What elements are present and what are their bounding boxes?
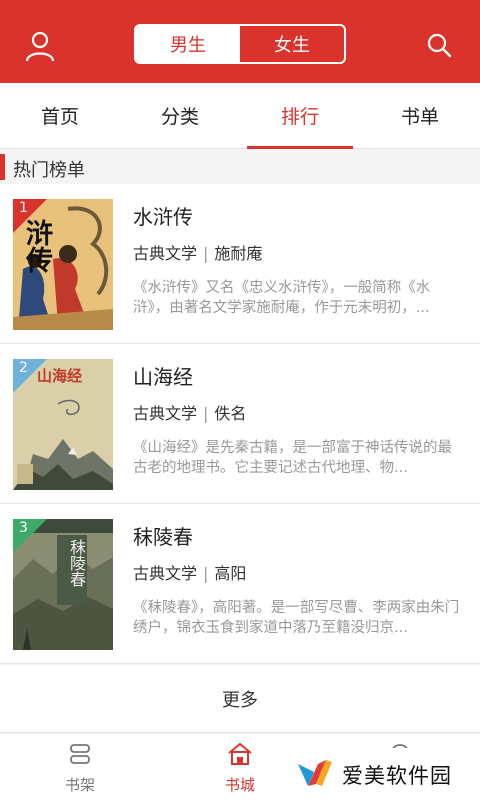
meta-separator: | <box>203 404 209 423</box>
book-description: 《山海经》是先秦古籍，是一部富于神话传说的最古老的地理书。它主要记述古代地理、物… <box>133 440 452 476</box>
user-icon[interactable] <box>22 28 58 64</box>
gender-tab-female[interactable]: 女生 <box>240 26 344 62</box>
cover-title: 秣陵春 <box>67 539 86 587</box>
section-accent-bar <box>0 154 5 180</box>
book-description: 《水浒传》又名《忠义水浒传》，一般简称《水浒》，由著名文学家施耐庵，作于元末明初… <box>133 280 431 316</box>
watermark: 爱美软件园 <box>282 748 480 800</box>
book-item-1[interactable]: 浒传 1 水浒传 古典文学 | 施耐庵 《水浒传》又名《忠义水浒传》，一般简称《水浒… <box>0 184 480 344</box>
book-author: 高阳 <box>214 564 247 583</box>
bookshelf-icon <box>70 744 90 764</box>
app-header: 男生 女生 <box>0 0 480 83</box>
book-author: 佚名 <box>214 404 247 423</box>
section-title: 热门榜单 <box>13 160 85 181</box>
book-item-2[interactable]: 山海经 2 山海经 古典文学 | 佚名 《山海经》是先秦古籍，是一部富于神话传说的最… <box>0 344 480 504</box>
bottom-nav-label: 书架 <box>64 776 95 794</box>
meta-separator: | <box>203 244 209 263</box>
watermark-text: 爱美软件园 <box>342 764 452 788</box>
book-cover[interactable]: 秣陵春 3 <box>13 519 113 650</box>
bottom-nav-bookshelf[interactable]: 书架 <box>0 734 160 800</box>
book-cover[interactable]: 山海经 2 <box>13 359 113 490</box>
nav-tabs: 首页 分类 排行 书单 <box>0 83 480 149</box>
book-cover[interactable]: 浒传 1 <box>13 199 113 330</box>
book-title[interactable]: 秣陵春 <box>133 521 193 550</box>
gender-tab-male[interactable]: 男生 <box>136 26 240 62</box>
book-category: 古典文学 <box>133 404 198 423</box>
rank-number: 2 <box>19 360 28 376</box>
book-title[interactable]: 山海经 <box>133 361 193 390</box>
book-category: 古典文学 <box>133 244 198 263</box>
book-meta: 古典文学 | 佚名 <box>133 400 246 424</box>
book-description: 《秣陵春》，高阳著。是一部写尽曹、李两家由朱门绣户，锦衣玉食到家道中落乃至籍没归… <box>133 600 460 636</box>
bookstore-icon <box>228 742 252 765</box>
watermark-logo-icon <box>298 760 332 786</box>
tab-booklist[interactable]: 书单 <box>360 83 480 148</box>
meta-separator: | <box>203 564 209 583</box>
tab-category[interactable]: 分类 <box>120 83 240 148</box>
book-meta: 古典文学 | 高阳 <box>133 560 246 584</box>
section-header: 热门榜单 <box>0 150 480 184</box>
book-item-3[interactable]: 秣陵春 3 秣陵春 古典文学 | 高阳 《秣陵春》，高阳著。是一部写尽曹、李两家由朱… <box>0 504 480 664</box>
book-list: 浒传 1 水浒传 古典文学 | 施耐庵 《水浒传》又名《忠义水浒传》，一般简称《水浒… <box>0 184 480 664</box>
tab-ranking[interactable]: 排行 <box>240 83 360 149</box>
book-category: 古典文学 <box>133 564 198 583</box>
book-author: 施耐庵 <box>214 244 263 263</box>
rank-number: 1 <box>19 200 28 216</box>
more-button[interactable]: 更多 <box>0 665 480 733</box>
gender-toggle: 男生 女生 <box>134 24 346 64</box>
book-title[interactable]: 水浒传 <box>133 201 193 230</box>
rank-number: 3 <box>19 520 28 536</box>
book-meta: 古典文学 | 施耐庵 <box>133 240 262 264</box>
search-icon[interactable] <box>422 28 458 64</box>
tab-home[interactable]: 首页 <box>0 83 120 148</box>
